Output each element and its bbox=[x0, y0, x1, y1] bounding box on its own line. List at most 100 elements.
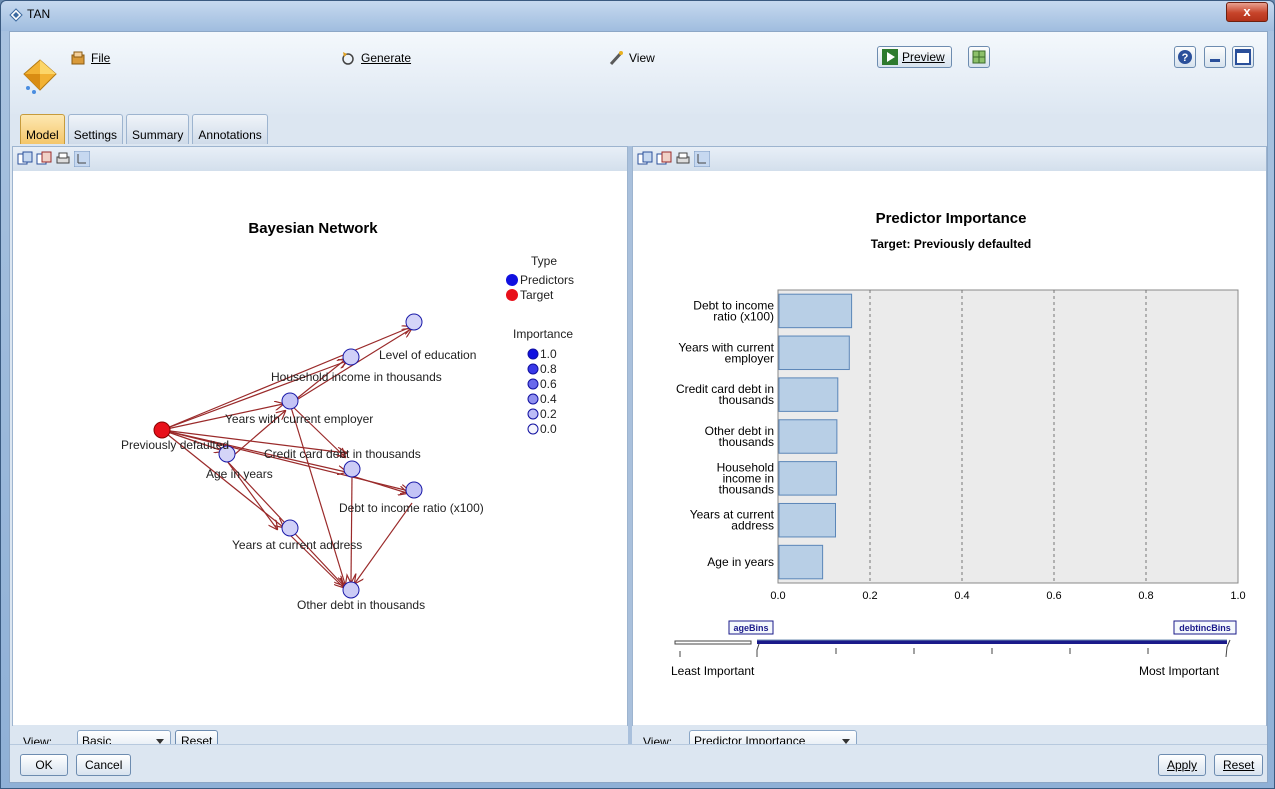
close-button[interactable]: x bbox=[1226, 2, 1268, 22]
node-other-debt[interactable] bbox=[342, 581, 360, 599]
title-bar[interactable]: TAN x bbox=[1, 1, 1274, 31]
node-credit-card-debt[interactable] bbox=[343, 460, 361, 478]
node-years-with-employer[interactable] bbox=[281, 392, 299, 410]
label-age-in-years: Age in years bbox=[206, 467, 273, 481]
legend-type-title: Type bbox=[531, 254, 557, 268]
label-debt-to-income: Debt to income ratio (x100) bbox=[339, 501, 484, 515]
category-label: Other debt in thousands bbox=[705, 424, 774, 449]
label-years-with-employer: Years with current employer bbox=[225, 412, 373, 426]
menu-view[interactable]: View bbox=[608, 50, 655, 66]
category-label: Age in years bbox=[707, 555, 774, 569]
category-label: Credit card debt in thousands bbox=[676, 382, 774, 407]
model-nugget-icon bbox=[23, 59, 57, 94]
tab-settings[interactable]: Settings bbox=[67, 114, 124, 144]
x-tick-label: 0.2 bbox=[862, 590, 877, 602]
ok-button[interactable]: OK bbox=[20, 754, 68, 776]
file-icon bbox=[71, 51, 85, 65]
legend-imp-6: 0.0 bbox=[540, 422, 557, 436]
slider-left-tag: ageBins bbox=[733, 623, 768, 633]
help-icon: ? bbox=[1178, 50, 1192, 64]
chart-title: Predictor Importance bbox=[876, 210, 1027, 227]
play-icon bbox=[882, 49, 898, 65]
svg-text:?: ? bbox=[1182, 52, 1189, 64]
network-legend: Type Predictors Target Importance 1.0 0.… bbox=[506, 254, 574, 436]
export-button[interactable] bbox=[968, 46, 990, 68]
app-diamond-icon bbox=[9, 8, 23, 22]
node-years-at-address[interactable] bbox=[281, 519, 299, 537]
layout-icon[interactable] bbox=[74, 151, 90, 167]
node-household-income[interactable] bbox=[342, 348, 360, 366]
slider-ticks bbox=[679, 648, 1149, 657]
legend-imp-3: 0.6 bbox=[540, 377, 557, 391]
importance-bar[interactable] bbox=[778, 419, 838, 454]
print-icon[interactable] bbox=[55, 151, 71, 167]
menu-file[interactable]: File bbox=[70, 50, 110, 66]
legend-imp-4: 0.4 bbox=[540, 392, 557, 406]
copy-visualization-icon[interactable] bbox=[17, 151, 33, 167]
print-icon[interactable] bbox=[675, 151, 691, 167]
label-household-income: Household income in thousands bbox=[271, 370, 442, 384]
network-title: Bayesian Network bbox=[248, 220, 378, 237]
help-button[interactable]: ? bbox=[1174, 46, 1196, 68]
node-previously-defaulted[interactable] bbox=[153, 421, 171, 439]
importance-bar[interactable] bbox=[778, 544, 824, 580]
label-previously-defaulted: Previously defaulted bbox=[121, 438, 229, 452]
importance-bar[interactable] bbox=[778, 293, 853, 329]
predictor-importance-chart: Predictor Importance Target: Previously … bbox=[671, 210, 1246, 678]
category-labels: Debt to income ratio (x100) Years with cur… bbox=[676, 298, 775, 569]
export-grid-icon bbox=[972, 50, 986, 64]
dialog-client: File Generate View Preview ? Model Setti… bbox=[9, 31, 1268, 783]
importance-bar[interactable] bbox=[778, 335, 850, 371]
maximize-button[interactable] bbox=[1232, 46, 1254, 68]
importance-bar[interactable] bbox=[778, 377, 839, 412]
x-tick-label: 1.0 bbox=[1230, 590, 1245, 602]
reset-label: Reset bbox=[1223, 758, 1255, 772]
slider-right-handle[interactable]: debtincBins bbox=[1173, 620, 1237, 658]
menu-file-label: File bbox=[91, 51, 111, 65]
menu-generate[interactable]: Generate bbox=[340, 50, 411, 66]
menu-view-label: View bbox=[629, 51, 655, 65]
importance-bar[interactable] bbox=[778, 502, 836, 538]
cancel-button[interactable]: Cancel bbox=[76, 754, 132, 776]
importance-panel: Predictor Importance Target: Previously … bbox=[632, 146, 1267, 759]
x-tick-labels: 0.0 0.2 0.4 0.6 0.8 1.0 bbox=[770, 590, 1245, 602]
legend-imp-5: 0.2 bbox=[540, 407, 557, 421]
node-level-of-education[interactable] bbox=[405, 313, 423, 331]
importance-slider[interactable]: ageBins debtincBins Least Important Most… bbox=[671, 620, 1237, 678]
menu-generate-label: Generate bbox=[361, 51, 412, 65]
tab-summary[interactable]: Summary bbox=[126, 114, 190, 144]
slider-left-handle[interactable]: ageBins bbox=[728, 620, 774, 657]
label-level-of-education: Level of education bbox=[379, 348, 476, 362]
copy-data-icon[interactable] bbox=[36, 151, 52, 167]
apply-button[interactable]: Apply bbox=[1158, 754, 1207, 776]
chart-subtitle: Target: Previously defaulted bbox=[871, 237, 1031, 251]
copy-data-icon[interactable] bbox=[656, 151, 672, 167]
apply-label: Apply bbox=[1167, 758, 1198, 772]
category-label: Years at current address bbox=[690, 508, 775, 533]
category-label: Debt to income ratio (x100) bbox=[693, 298, 774, 323]
x-tick-label: 0.6 bbox=[1046, 590, 1061, 602]
legend-importance-title: Importance bbox=[513, 327, 573, 341]
tab-strip: Model Settings Summary Annotations bbox=[20, 114, 268, 144]
copy-visualization-icon[interactable] bbox=[637, 151, 653, 167]
x-tick-label: 0.0 bbox=[770, 590, 785, 602]
view-brush-icon bbox=[609, 51, 623, 66]
maximize-icon bbox=[1235, 49, 1251, 65]
layout-icon[interactable] bbox=[694, 151, 710, 167]
network-panel: Bayesian Network Previously defaulted Le… bbox=[12, 146, 628, 759]
menu-bar: File Generate View Preview ? bbox=[10, 32, 1267, 114]
minimize-button[interactable] bbox=[1204, 46, 1226, 68]
preview-button[interactable]: Preview bbox=[877, 46, 952, 68]
slider-least-label: Least Important bbox=[671, 664, 755, 678]
importance-bar[interactable] bbox=[778, 461, 837, 496]
node-debt-to-income[interactable] bbox=[405, 481, 423, 499]
label-years-at-address: Years at current address bbox=[232, 538, 362, 552]
tab-model[interactable]: Model bbox=[20, 114, 65, 144]
reset-button[interactable]: Reset bbox=[1214, 754, 1264, 776]
tab-annotations[interactable]: Annotations bbox=[192, 114, 268, 144]
legend-imp-2: 0.8 bbox=[540, 362, 557, 376]
legend-target: Target bbox=[520, 288, 554, 302]
bayesian-network-graph: Bayesian Network Previously defaulted Le… bbox=[121, 220, 574, 612]
minimize-icon bbox=[1210, 59, 1220, 62]
label-other-debt: Other debt in thousands bbox=[297, 598, 425, 612]
